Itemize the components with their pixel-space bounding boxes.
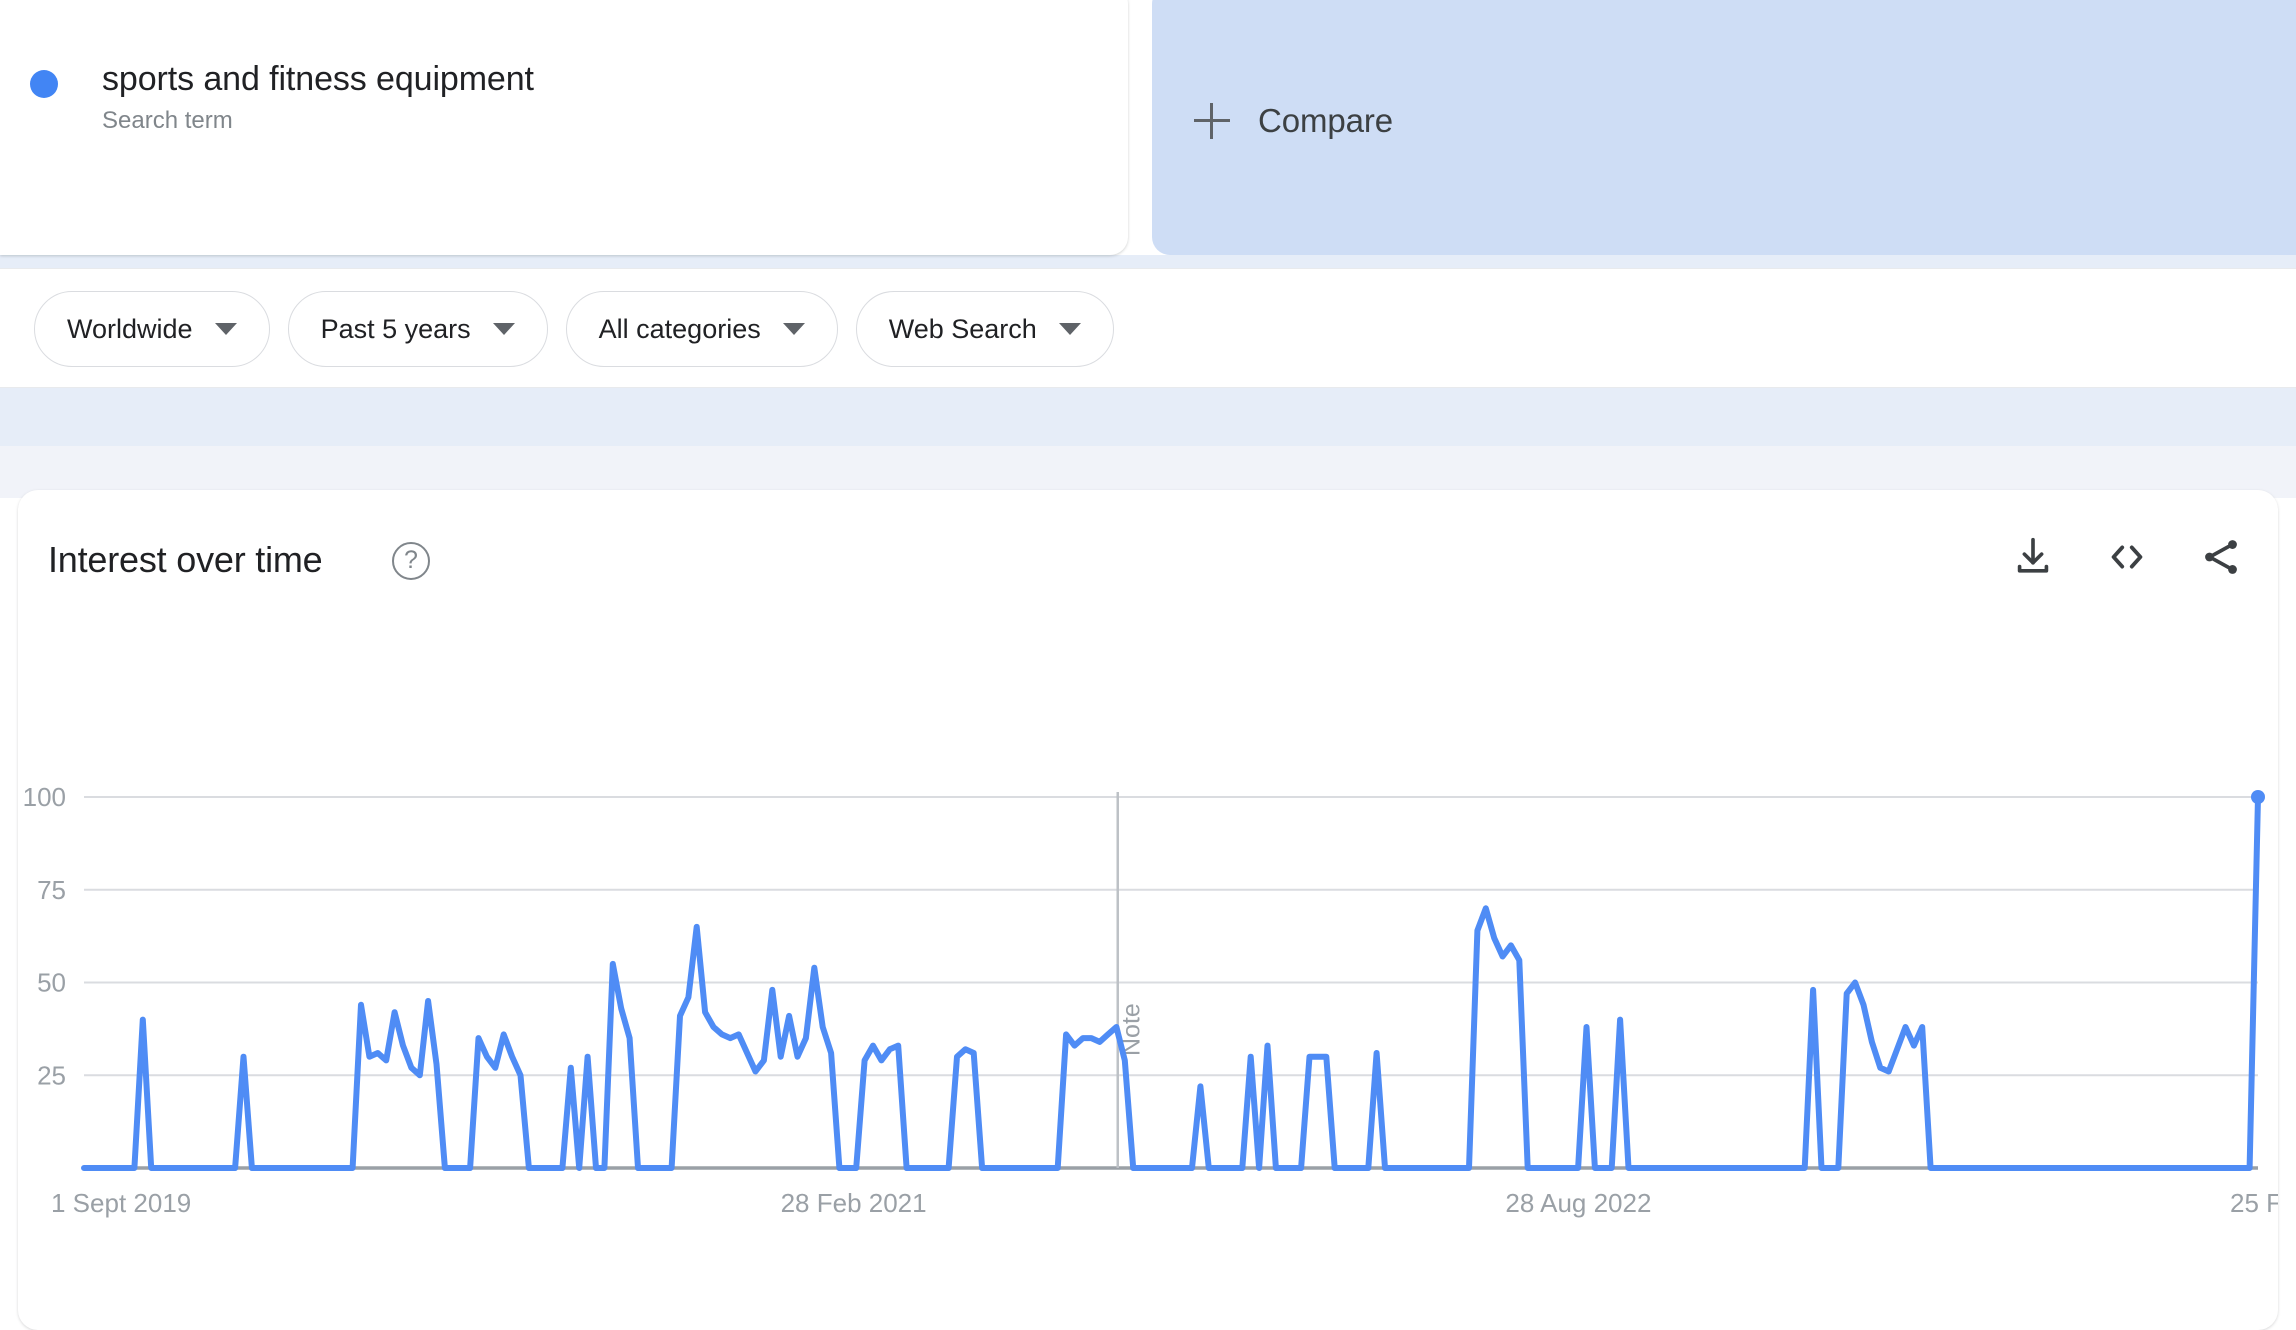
location-filter-label: Worldwide (67, 313, 193, 344)
y-axis-tick-label: 75 (37, 875, 66, 905)
category-filter-label: All categories (598, 313, 761, 344)
series-end-marker (2251, 790, 2265, 804)
compare-card[interactable]: Compare (1152, 0, 2296, 255)
x-axis-tick-label: 28 Feb 2021 (781, 1188, 927, 1218)
series-color-dot (30, 70, 58, 98)
y-axis-tick-label: 100 (23, 782, 66, 812)
search-type-filter-label: Web Search (888, 313, 1037, 344)
x-axis-tick-label: 25 Feb 2024 (2230, 1188, 2278, 1218)
category-filter[interactable]: All categories (565, 291, 838, 367)
x-axis-tick-label: 1 Sept 2019 (51, 1188, 191, 1218)
time-range-filter-label: Past 5 years (320, 313, 471, 344)
y-axis-tick-label: 25 (37, 1060, 66, 1090)
search-type-filter[interactable]: Web Search (855, 291, 1114, 367)
search-term-type: Search term (102, 107, 233, 134)
interest-over-time-card: Interest over time ? 25 50 75 100 Note 1… (18, 490, 2278, 1330)
compare-content: Compare (1194, 0, 1393, 255)
search-term-row: sports and fitness equipment Search term… (0, 0, 2296, 255)
chevron-down-icon (214, 323, 237, 335)
compare-label: Compare (1258, 101, 1394, 139)
chevron-down-icon (782, 323, 805, 335)
x-axis-tick-label: 28 Aug 2022 (1505, 1188, 1651, 1218)
plus-icon (1194, 102, 1230, 139)
search-term-card[interactable]: sports and fitness equipment Search term (0, 0, 1128, 255)
y-axis-tick-label: 50 (37, 968, 66, 998)
time-range-filter[interactable]: Past 5 years (287, 291, 548, 367)
chart-svg: 255075100Note1 Sept 2019 28 Feb 2021 28 Au… (23, 782, 2278, 1218)
search-term-label: sports and fitness equipment (102, 60, 534, 98)
trends-page: sports and fitness equipment Search term… (0, 0, 2296, 1330)
chevron-down-icon (1058, 323, 1081, 335)
filter-pill-group: Worldwide Past 5 years All categories We… (34, 291, 1114, 367)
location-filter[interactable]: Worldwide (34, 291, 270, 367)
chevron-down-icon (492, 323, 515, 335)
background-band-mid (0, 388, 2296, 446)
interest-over-time-chart[interactable]: 25 50 75 100 Note 1 Sept 2019 28 Feb 2021 28 Au… (18, 490, 2278, 1330)
filter-bar: Worldwide Past 5 years All categories We… (0, 268, 2296, 388)
